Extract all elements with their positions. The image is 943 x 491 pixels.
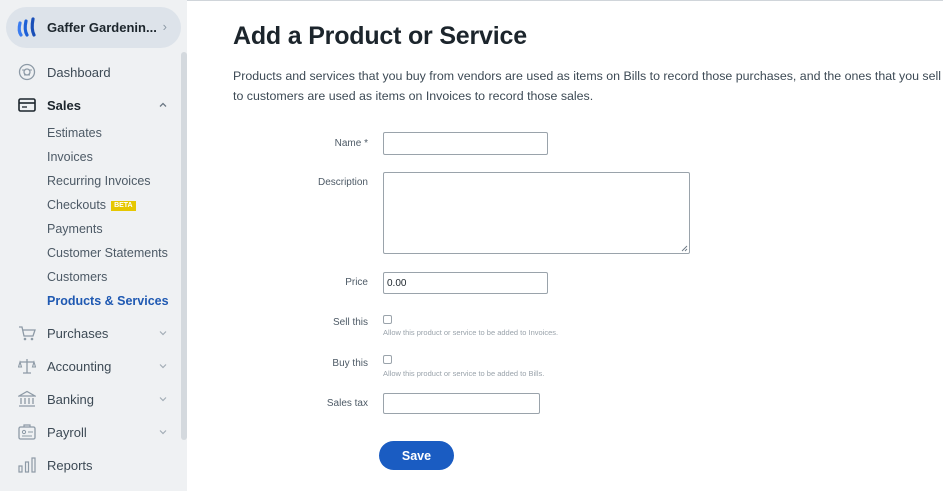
sidebar-scrollbar[interactable]: [181, 52, 187, 440]
chevron-down-icon: [159, 397, 167, 402]
sidebar-item-label: Dashboard: [47, 64, 111, 80]
description-label: Description: [317, 177, 368, 188]
save-button[interactable]: Save: [379, 441, 454, 470]
sidebar-subitem-customer-statements[interactable]: Customer Statements: [47, 246, 168, 260]
business-switcher[interactable]: Gaffer Gardenin... ›: [6, 7, 181, 48]
chevron-down-icon: [159, 331, 167, 336]
sidebar-subitem-customers[interactable]: Customers: [47, 270, 107, 284]
description-textarea[interactable]: [383, 172, 690, 254]
chevron-down-icon: [159, 430, 167, 435]
reports-icon: [17, 455, 37, 475]
sell-this-checkbox[interactable]: [383, 315, 392, 324]
sidebar-item-label: Payroll: [47, 424, 87, 440]
payroll-icon: [17, 422, 37, 442]
sidebar-item-reports[interactable]: Reports: [0, 450, 181, 480]
sidebar-subitem-estimates[interactable]: Estimates: [47, 126, 102, 140]
cart-icon: [17, 323, 37, 343]
price-label: Price: [345, 277, 368, 288]
sidebar-subitem-checkouts[interactable]: Checkouts BETA: [47, 198, 136, 212]
sidebar-subitem-products-services[interactable]: Products & Services: [47, 294, 169, 308]
sidebar-item-label: Reports: [47, 457, 93, 473]
page-title: Add a Product or Service: [233, 22, 527, 50]
chevron-down-icon: [159, 364, 167, 369]
bank-icon: [17, 389, 37, 409]
sidebar-item-label: Banking: [47, 391, 94, 407]
sales-tax-input[interactable]: [383, 393, 540, 414]
sidebar-subitem-recurring-invoices[interactable]: Recurring Invoices: [47, 174, 151, 188]
checkouts-label: Checkouts: [47, 198, 107, 212]
resize-handle-icon[interactable]: [681, 245, 688, 252]
top-divider: [187, 0, 943, 1]
scale-icon: [17, 356, 37, 376]
sell-this-hint: Allow this product or service to be adde…: [383, 328, 559, 337]
chevron-up-icon: [159, 102, 167, 107]
sidebar-subitem-invoices[interactable]: Invoices: [47, 150, 93, 164]
sidebar-item-label: Purchases: [47, 325, 109, 341]
business-name: Gaffer Gardenin...: [47, 20, 157, 35]
sidebar-item-label: Sales: [47, 97, 81, 113]
name-label: Name *: [334, 138, 368, 149]
sidebar-item-purchases[interactable]: Purchases: [0, 318, 181, 348]
buy-this-label: Buy this: [332, 358, 368, 369]
price-input[interactable]: [383, 272, 548, 294]
sidebar-item-dashboard[interactable]: Dashboard: [0, 57, 181, 87]
sell-this-label: Sell this: [332, 317, 368, 328]
name-input[interactable]: [383, 132, 548, 155]
sidebar-item-accounting[interactable]: Accounting: [0, 351, 181, 381]
sidebar-subitem-payments[interactable]: Payments: [47, 222, 103, 236]
chevron-right-icon: ›: [162, 19, 167, 34]
buy-this-checkbox[interactable]: [383, 355, 392, 364]
sidebar-item-label: Accounting: [47, 358, 112, 374]
buy-this-hint: Allow this product or service to be adde…: [383, 369, 545, 378]
wave-logo-icon: [16, 16, 40, 40]
sidebar-item-payroll[interactable]: Payroll: [0, 417, 181, 447]
sidebar-item-sales[interactable]: Sales: [0, 90, 181, 120]
page-description: Products and services that you buy from …: [233, 69, 942, 103]
sidebar: Gaffer Gardenin... › Dashboard Sales Est…: [0, 0, 187, 491]
beta-badge: BETA: [111, 201, 136, 211]
sidebar-item-banking[interactable]: Banking: [0, 384, 181, 414]
dashboard-icon: [17, 62, 37, 82]
sales-tax-label: Sales tax: [326, 398, 368, 409]
sales-icon: [17, 95, 37, 115]
